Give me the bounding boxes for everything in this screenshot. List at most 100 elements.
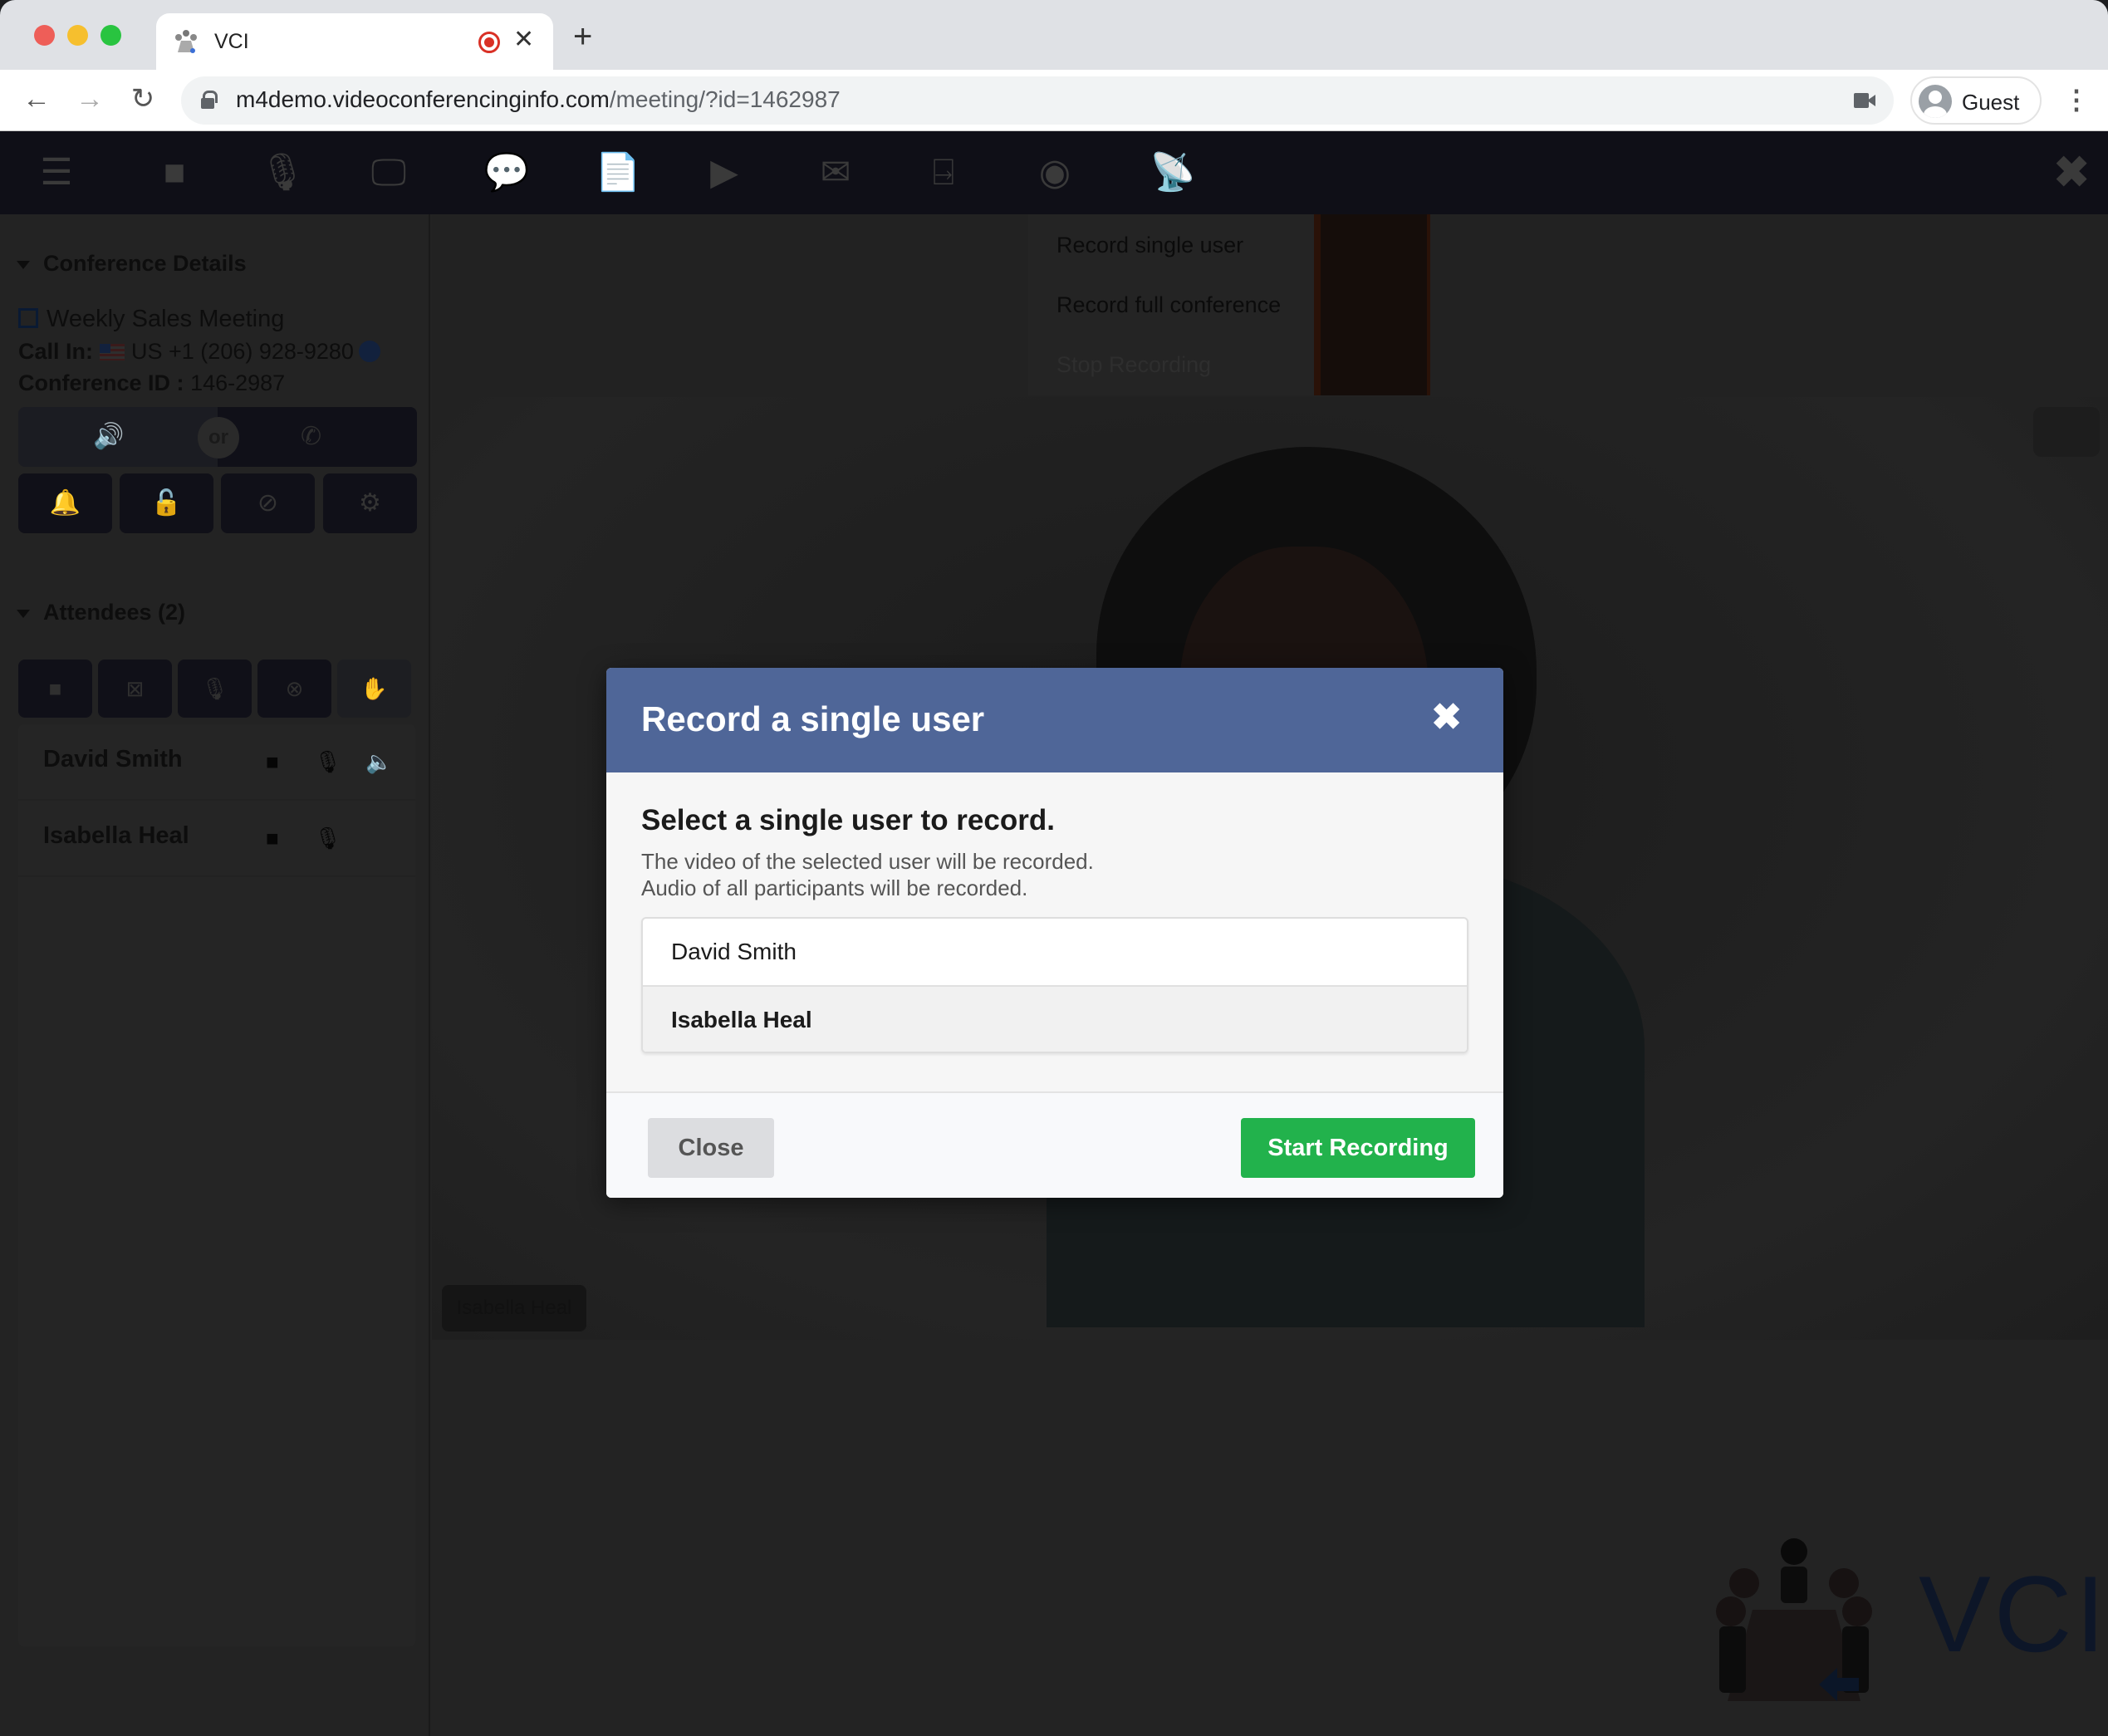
chat-icon[interactable]: 💬 xyxy=(480,150,533,196)
attendees-heading: Attendees (2) xyxy=(43,600,186,625)
browser-toolbar: ← → ↻ m4demo.videoconferencinginfo.com/m… xyxy=(0,70,2108,131)
close-button[interactable]: Close xyxy=(648,1118,774,1178)
or-badge: or xyxy=(198,417,239,459)
record-single-user-dialog: Record a single user ✖ Select a single u… xyxy=(606,668,1503,1198)
microphone-icon[interactable]: 🎙 xyxy=(256,150,309,196)
attendees-toggle[interactable]: Attendees (2) xyxy=(17,600,185,625)
attendee-bulk-controls: ■ ⊠ 🎙 ⊗ ✋ xyxy=(18,660,412,718)
us-flag-icon xyxy=(100,344,125,360)
profile-button[interactable]: Guest xyxy=(1910,76,2042,125)
dialog-description-line: Audio of all participants will be record… xyxy=(641,875,1028,900)
settings-button[interactable]: ⚙ xyxy=(323,473,417,533)
unlock-button[interactable]: 🔓 xyxy=(120,473,213,533)
fullscreen-button[interactable] xyxy=(2033,407,2100,457)
call-in-info: Call In: US +1 (206) 928-9280 xyxy=(18,339,380,365)
dialog-heading: Select a single user to record. xyxy=(641,804,1055,836)
all-video-off-button[interactable]: ⊠ xyxy=(98,660,172,718)
recording-indicator-icon xyxy=(478,32,500,53)
close-tab-icon[interactable]: ✕ xyxy=(513,25,534,55)
tab-title: VCI xyxy=(214,30,249,53)
window-close-button[interactable] xyxy=(34,25,55,46)
phone-icon: ✆ xyxy=(301,423,322,450)
attendee-name: Isabella Heal xyxy=(43,822,189,849)
record-full-conference-item[interactable]: Record full conference xyxy=(1056,292,1281,318)
video-camera-icon[interactable]: ■ xyxy=(266,749,279,775)
attendee-name: David Smith xyxy=(43,746,183,772)
self-view-thumbnail xyxy=(1314,214,1430,395)
user-select-list: David Smith Isabella Heal xyxy=(641,917,1468,1053)
dialog-title: Record a single user xyxy=(641,699,985,738)
browser-menu-icon[interactable]: ⋮ xyxy=(2063,81,2090,118)
browser-tab[interactable]: VCI ✕ xyxy=(156,13,553,70)
video-camera-icon[interactable]: ■ xyxy=(266,826,279,851)
dialog-description-line: The video of the selected user will be r… xyxy=(641,849,1094,874)
avatar-icon xyxy=(1919,85,1952,118)
menu-icon[interactable]: ☰ xyxy=(30,150,83,196)
dialog-footer: Close Start Recording xyxy=(606,1091,1503,1198)
url-path: /meeting/?id=1462987 xyxy=(609,86,841,112)
leave-conference-icon[interactable]: ✖ xyxy=(2053,150,2090,196)
browser-tab-strip: VCI ✕ + xyxy=(0,0,2108,70)
start-recording-button[interactable]: Start Recording xyxy=(1241,1118,1475,1178)
profile-name: Guest xyxy=(1962,90,2020,115)
media-play-icon[interactable]: ▶ xyxy=(698,150,751,196)
attendee-list: David Smith ■ 🎙 🔈 Isabella Heal ■ 🎙 xyxy=(18,724,415,1646)
user-option-david-smith[interactable]: David Smith xyxy=(643,919,1467,985)
phone-audio-button[interactable]: ✆ xyxy=(218,407,417,467)
vci-logo: VCI xyxy=(1694,1535,2106,1701)
raise-hand-button[interactable]: ✋ xyxy=(337,660,411,718)
url-text[interactable]: m4demo.videoconferencinginfo.com/meeting… xyxy=(236,86,841,113)
stop-recording-item: Stop Recording xyxy=(1056,352,1212,377)
globe-icon[interactable] xyxy=(358,341,380,362)
reload-icon[interactable]: ↻ xyxy=(125,81,161,116)
video-tile-label: Isabella Heal xyxy=(442,1285,586,1331)
block-button[interactable]: ⊘ xyxy=(221,473,315,533)
screen-share-icon[interactable]: 🖵 xyxy=(362,150,415,196)
computer-audio-button[interactable]: 🔊 xyxy=(18,407,218,467)
edit-icon[interactable] xyxy=(18,308,38,328)
caret-down-icon xyxy=(17,609,30,618)
record-single-user-item[interactable]: Record single user xyxy=(1056,233,1243,258)
vci-favicon-icon xyxy=(175,30,197,53)
address-bar[interactable]: m4demo.videoconferencinginfo.com/meeting… xyxy=(181,76,1894,125)
all-mic-on-button[interactable]: 🎙 xyxy=(178,660,252,718)
attendee-row[interactable]: Isabella Heal ■ 🎙 xyxy=(18,801,415,877)
microphone-icon[interactable]: 🎙 xyxy=(314,826,341,851)
bell-button[interactable]: 🔔 xyxy=(18,473,112,533)
microphone-icon[interactable]: 🎙 xyxy=(314,749,341,775)
camera-in-use-icon[interactable] xyxy=(1854,93,1875,108)
audio-mode-toggle: 🔊 ✆ or xyxy=(18,407,417,467)
user-option-isabella-heal[interactable]: Isabella Heal xyxy=(643,985,1467,1052)
conference-details-toggle[interactable]: Conference Details xyxy=(17,251,247,277)
conference-id-info: Conference ID : 146-2987 xyxy=(18,370,285,396)
forward-arrow-icon[interactable]: → xyxy=(71,81,108,116)
all-video-on-button[interactable]: ■ xyxy=(18,660,92,718)
envelope-icon[interactable]: ✉ xyxy=(809,150,862,196)
meeting-name[interactable]: Weekly Sales Meeting xyxy=(18,306,284,333)
exit-door-icon[interactable]: ⍈ xyxy=(917,150,970,196)
broadcast-icon[interactable]: 📡 xyxy=(1146,150,1199,196)
speaking-indicator-icon: 🔈 xyxy=(365,749,393,774)
vci-logo-text: VCI xyxy=(1919,1553,2108,1675)
dialog-body: Select a single user to record. The vide… xyxy=(606,772,1503,1091)
call-in-label: Call In: xyxy=(18,339,94,364)
new-tab-button[interactable]: + xyxy=(573,20,592,53)
conference-controls: 🔔 🔓 ⊘ ⚙ xyxy=(18,473,417,533)
conference-id-label: Conference ID : xyxy=(18,370,184,395)
video-camera-icon[interactable]: ■ xyxy=(148,150,201,196)
dialog-header: Record a single user ✖ xyxy=(606,668,1503,772)
lock-icon[interactable] xyxy=(201,91,218,109)
all-mic-off-button[interactable]: ⊗ xyxy=(257,660,331,718)
recording-menu: Record single user Record full conferenc… xyxy=(1028,214,1315,395)
speaker-icon: 🔊 xyxy=(93,423,125,450)
window-minimize-button[interactable] xyxy=(67,25,88,46)
app-toolbar: ☰ ■ 🎙 🖵 💬 📄 ▶ ✉ ⍈ ◉ 📡 ✖ xyxy=(0,131,2108,214)
document-icon[interactable]: 📄 xyxy=(591,150,645,196)
caret-down-icon xyxy=(17,260,30,269)
conference-details-heading: Conference Details xyxy=(43,251,247,276)
attendee-row[interactable]: David Smith ■ 🎙 🔈 xyxy=(18,724,415,801)
record-icon[interactable]: ◉ xyxy=(1028,150,1081,196)
window-maximize-button[interactable] xyxy=(100,25,121,46)
back-arrow-icon[interactable]: ← xyxy=(18,81,55,116)
close-icon[interactable]: ✖ xyxy=(1431,699,1462,736)
